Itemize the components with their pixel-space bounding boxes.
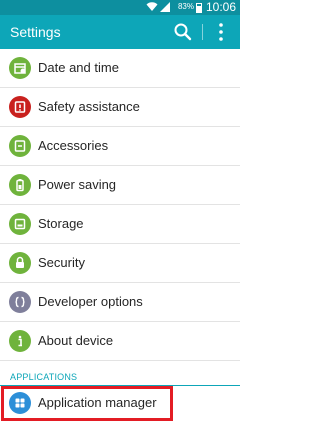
setting-label: Security [38,255,85,270]
code-braces-icon [9,291,31,313]
setting-date-and-time[interactable]: Date and time [0,49,240,88]
page-title: Settings [10,24,61,40]
setting-about-device[interactable]: About device [0,322,240,361]
storage-icon [9,213,31,235]
search-icon[interactable] [170,19,196,45]
signal-icon [160,2,170,12]
app-bar: Settings [0,15,240,49]
more-options-icon[interactable] [208,19,234,45]
battery-percent: 83% [177,2,194,11]
lock-icon [9,252,31,274]
setting-safety-assistance[interactable]: Safety assistance [0,88,240,127]
setting-storage[interactable]: Storage [0,205,240,244]
setting-label: Safety assistance [38,99,140,114]
setting-power-saving[interactable]: Power saving [0,166,240,205]
accessories-icon [9,135,31,157]
divider [202,24,203,40]
setting-label: Power saving [38,177,117,192]
setting-label: Storage [38,216,84,231]
setting-label: Developer options [38,294,143,309]
highlight-box [1,386,173,421]
setting-accessories[interactable]: Accessories [0,127,240,166]
battery-icon [9,174,31,196]
wifi-icon [146,2,158,11]
calendar-icon [9,57,31,79]
setting-label: Accessories [38,138,109,153]
setting-security[interactable]: Security [0,244,240,283]
section-header-applications: APPLICATIONS [10,372,78,382]
setting-label: About device [38,333,114,348]
status-bar: 83% 10:06 [0,0,240,15]
setting-label: Date and time [38,60,119,75]
clock: 10:06 [205,0,236,14]
warning-icon [9,96,31,118]
setting-developer-options[interactable]: Developer options [0,283,240,322]
info-icon [9,330,31,352]
battery-icon [196,3,202,13]
